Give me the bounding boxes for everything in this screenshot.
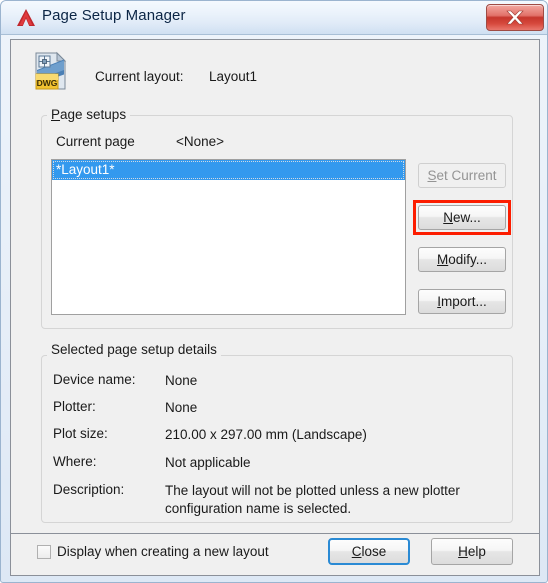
- description-label: Description:: [53, 482, 125, 497]
- autocad-a-logo-icon: [16, 8, 36, 27]
- import-button[interactable]: Import...: [418, 289, 506, 314]
- page-setups-group-label: Page setups: [47, 107, 131, 122]
- new-button[interactable]: New...: [418, 205, 506, 230]
- plot-size-label: Plot size:: [53, 426, 108, 441]
- page-setups-group-label-rest: age setups: [60, 107, 127, 122]
- set-current-button[interactable]: Set Current: [418, 163, 506, 188]
- modify-button[interactable]: Modify...: [418, 247, 506, 272]
- page-setup-manager-dialog: Page Setup Manager DWG Current layout: L…: [0, 0, 548, 583]
- where-label: Where:: [53, 454, 97, 469]
- close-button[interactable]: Close: [328, 538, 410, 565]
- title-bar: Page Setup Manager: [1, 1, 547, 35]
- new-button-label: New...: [443, 210, 481, 225]
- current-layout-value: Layout1: [209, 69, 258, 84]
- close-x-icon: [506, 10, 524, 25]
- dwg-file-icon: DWG: [31, 50, 71, 92]
- plot-size-value: 210.00 x 297.00 mm (Landscape): [165, 427, 367, 442]
- svg-text:DWG: DWG: [37, 78, 58, 88]
- help-button[interactable]: Help: [431, 538, 513, 565]
- window-title: Page Setup Manager: [42, 7, 186, 24]
- current-page-value: <None>: [176, 134, 225, 149]
- plotter-value: None: [165, 400, 198, 415]
- set-current-button-label: Set Current: [427, 168, 497, 183]
- help-button-label: Help: [458, 544, 486, 559]
- description-value: The layout will not be plotted unless a …: [165, 483, 460, 516]
- list-item[interactable]: *Layout1*: [52, 160, 405, 180]
- selected-details-group-label: Selected page setup details: [47, 342, 221, 357]
- device-name-value: None: [165, 373, 198, 388]
- device-name-label: Device name:: [53, 372, 136, 387]
- display-on-new-layout-checkbox[interactable]: [37, 545, 51, 559]
- current-page-label: Current page: [56, 134, 135, 149]
- import-button-label: Import...: [437, 294, 487, 309]
- display-on-new-layout-label[interactable]: Display when creating a new layout: [57, 544, 269, 559]
- modify-button-label: Modify...: [436, 252, 488, 267]
- close-window-button[interactable]: [486, 4, 544, 31]
- where-value: Not applicable: [165, 455, 251, 470]
- page-setups-listbox[interactable]: *Layout1*: [51, 159, 406, 315]
- plotter-label: Plotter:: [53, 399, 96, 414]
- current-layout-label: Current layout:: [95, 69, 184, 84]
- close-button-label: Close: [351, 544, 387, 559]
